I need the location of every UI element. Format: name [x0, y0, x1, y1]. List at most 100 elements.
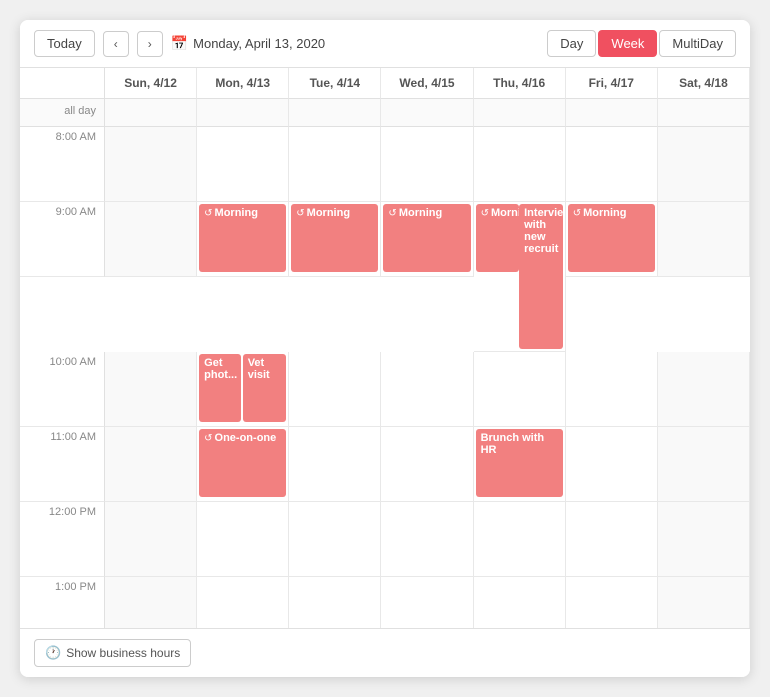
event-vet-visit-mon-title: Vet visit — [248, 357, 270, 381]
cell-12pm-sat[interactable] — [658, 502, 750, 577]
event-morning-mon[interactable]: ↺Morning — [199, 204, 286, 272]
event-morning-thu[interactable]: ↺Morning — [476, 204, 520, 272]
cell-8am-sun[interactable] — [105, 127, 197, 202]
header-fri: Fri, 4/17 — [566, 68, 658, 99]
event-get-photo-mon-title: Get phot... — [204, 357, 237, 381]
cell-10am-fri[interactable] — [566, 352, 658, 427]
prev-icon: ‹ — [114, 37, 118, 51]
recur-icon-morning-tue: ↺ — [296, 208, 304, 219]
event-interview-thu[interactable]: Interview with new recruit — [519, 204, 563, 349]
cell-10am-sun[interactable] — [105, 352, 197, 427]
view-buttons: Day Week MultiDay — [547, 30, 736, 57]
prev-button[interactable]: ‹ — [103, 31, 129, 57]
cell-9am-thu[interactable]: ↺Morning Interview with new recruit — [474, 202, 566, 352]
cell-11am-mon[interactable]: ↺One-on-one — [197, 427, 289, 502]
cell-8am-thu[interactable] — [474, 127, 566, 202]
cell-10am-tue[interactable] — [289, 352, 381, 427]
time-1pm: 1:00 PM — [20, 577, 105, 628]
event-get-photo-mon[interactable]: Get phot... — [199, 354, 241, 422]
event-brunch-thu-title: Brunch with HR — [481, 432, 545, 456]
cell-9am-mon[interactable]: ↺Morning — [197, 202, 289, 277]
cell-8am-mon[interactable] — [197, 127, 289, 202]
cell-1pm-tue[interactable] — [289, 577, 381, 628]
cell-11am-tue[interactable] — [289, 427, 381, 502]
cell-12pm-wed[interactable] — [381, 502, 473, 577]
cell-1pm-wed[interactable] — [381, 577, 473, 628]
calendar-grid-wrapper: Sun, 4/12 Mon, 4/13 Tue, 4/14 Wed, 4/15 … — [20, 68, 750, 628]
header-mon: Mon, 4/13 — [197, 68, 289, 99]
event-brunch-thu[interactable]: Brunch with HR — [476, 429, 563, 497]
event-morning-wed-title: Morning — [399, 207, 442, 219]
cell-11am-fri[interactable] — [566, 427, 658, 502]
cell-8am-sat[interactable] — [658, 127, 750, 202]
week-view-button[interactable]: Week — [598, 30, 657, 57]
cell-12pm-sun[interactable] — [105, 502, 197, 577]
event-morning-tue-title: Morning — [307, 207, 350, 219]
event-one-on-one-mon-title: One-on-one — [215, 432, 277, 444]
cell-11am-thu[interactable]: Brunch with HR — [474, 427, 566, 502]
cell-9am-wed[interactable]: ↺Morning — [381, 202, 473, 277]
cell-9am-tue[interactable]: ↺Morning — [289, 202, 381, 277]
recur-icon-morning-wed: ↺ — [388, 208, 396, 219]
event-morning-tue[interactable]: ↺Morning — [291, 204, 378, 272]
event-one-on-one-mon[interactable]: ↺One-on-one — [199, 429, 286, 497]
cell-11am-wed[interactable] — [381, 427, 473, 502]
cell-10am-wed[interactable] — [381, 352, 473, 427]
allday-sat — [658, 99, 750, 127]
cell-10am-thu[interactable] — [474, 352, 566, 427]
next-icon: › — [148, 37, 152, 51]
cell-8am-wed[interactable] — [381, 127, 473, 202]
allday-fri — [566, 99, 658, 127]
event-morning-fri-title: Morning — [583, 207, 626, 219]
time-10am: 10:00 AM — [20, 352, 105, 427]
allday-mon — [197, 99, 289, 127]
cell-1pm-mon[interactable] — [197, 577, 289, 628]
allday-sun — [105, 99, 197, 127]
footer-bar: 🕐 Show business hours — [20, 628, 750, 677]
show-hours-button[interactable]: 🕐 Show business hours — [34, 639, 191, 667]
cell-9am-sat[interactable] — [658, 202, 750, 277]
event-interview-thu-title: Interview with new recruit — [524, 207, 563, 255]
cell-10am-mon[interactable]: Get phot... Vet visit — [197, 352, 289, 427]
cell-8am-tue[interactable] — [289, 127, 381, 202]
cell-11am-sun[interactable] — [105, 427, 197, 502]
event-morning-wed[interactable]: ↺Morning — [383, 204, 470, 272]
next-button[interactable]: › — [137, 31, 163, 57]
header-time-col — [20, 68, 105, 99]
cell-12pm-tue[interactable] — [289, 502, 381, 577]
calendar-container: Today ‹ › 📅 Monday, April 13, 2020 Day W… — [20, 20, 750, 677]
header-thu: Thu, 4/16 — [474, 68, 566, 99]
cell-10am-sat[interactable] — [658, 352, 750, 427]
cell-12pm-fri[interactable] — [566, 502, 658, 577]
recur-icon-morning-thu: ↺ — [481, 208, 489, 219]
toolbar: Today ‹ › 📅 Monday, April 13, 2020 Day W… — [20, 20, 750, 68]
multiday-view-button[interactable]: MultiDay — [659, 30, 736, 57]
date-title: 📅 Monday, April 13, 2020 — [171, 35, 540, 52]
allday-thu — [474, 99, 566, 127]
cell-9am-fri[interactable]: ↺Morning — [566, 202, 658, 277]
event-vet-visit-mon[interactable]: Vet visit — [243, 354, 287, 422]
day-view-button[interactable]: Day — [547, 30, 596, 57]
date-display: Monday, April 13, 2020 — [193, 36, 325, 51]
cell-1pm-sun[interactable] — [105, 577, 197, 628]
event-morning-mon-title: Morning — [215, 207, 258, 219]
time-9am: 9:00 AM — [20, 202, 105, 277]
cell-9am-sun[interactable] — [105, 202, 197, 277]
cell-11am-sat[interactable] — [658, 427, 750, 502]
event-morning-fri[interactable]: ↺Morning — [568, 204, 655, 272]
calendar-icon: 📅 — [171, 35, 188, 52]
header-sun: Sun, 4/12 — [105, 68, 197, 99]
cell-12pm-thu[interactable] — [474, 502, 566, 577]
cell-8am-fri[interactable] — [566, 127, 658, 202]
calendar-grid: Sun, 4/12 Mon, 4/13 Tue, 4/14 Wed, 4/15 … — [20, 68, 750, 628]
header-tue: Tue, 4/14 — [289, 68, 381, 99]
cell-1pm-sat[interactable] — [658, 577, 750, 628]
time-8am: 8:00 AM — [20, 127, 105, 202]
allday-wed — [381, 99, 473, 127]
today-button[interactable]: Today — [34, 30, 95, 57]
cell-1pm-thu[interactable] — [474, 577, 566, 628]
allday-label: all day — [20, 99, 105, 127]
recur-icon-morning-mon: ↺ — [204, 208, 212, 219]
cell-12pm-mon[interactable] — [197, 502, 289, 577]
cell-1pm-fri[interactable] — [566, 577, 658, 628]
